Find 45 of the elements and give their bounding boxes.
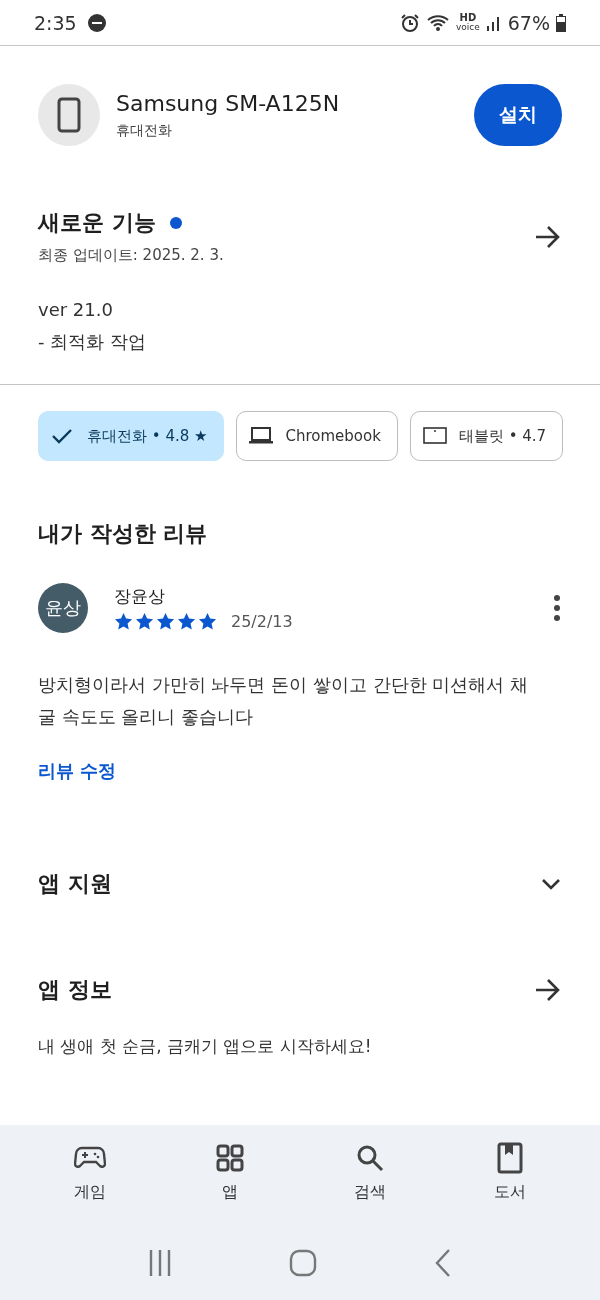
nav-tab[interactable]: 도서 xyxy=(460,1141,560,1209)
edit-review-link[interactable]: 리뷰 수정 xyxy=(38,760,117,781)
phone-icon xyxy=(57,97,81,133)
tablet-icon xyxy=(422,426,447,446)
release-note: - 최적화 작업 xyxy=(38,330,147,354)
section-title: 내가 작성한 리뷰 xyxy=(38,520,209,548)
wifi-icon xyxy=(425,12,450,33)
clock-time: 2:35 xyxy=(34,11,77,34)
nav-tab[interactable]: 앱 xyxy=(180,1141,280,1209)
grid-icon xyxy=(214,1142,246,1174)
update-date: 최종 업데이트: 2025. 2. 3. xyxy=(38,246,225,265)
nav-tab[interactable]: 게임 xyxy=(40,1141,140,1209)
section-title: 새로운 기능 xyxy=(38,209,156,237)
star-icon xyxy=(156,612,175,631)
device-name: Samsung SM-A125N xyxy=(116,90,341,116)
review-text: 방치형이라서 가만히 놔두면 돈이 쌓이고 간단한 미션해서 채굴 속도도 올리니 좋습니다 xyxy=(37,673,530,729)
battery-icon xyxy=(556,13,566,32)
star-icon xyxy=(135,612,154,631)
device-filter-chip[interactable]: Chromebook xyxy=(236,411,398,461)
back-icon[interactable] xyxy=(433,1247,452,1278)
hd-label: HD xyxy=(459,13,477,23)
app-description: 내 생애 첫 순금, 금캐기 앱으로 시작하세요! xyxy=(37,1035,373,1058)
nav-tab[interactable]: 검색 xyxy=(320,1141,420,1209)
recent-apps-icon[interactable] xyxy=(148,1247,173,1278)
voice-label: voice xyxy=(455,23,480,32)
more-options-icon[interactable] xyxy=(552,594,562,622)
battery-percent: 67% xyxy=(507,11,550,34)
section-title: 앱 지원 xyxy=(38,870,113,898)
reviewer-name: 장윤상 xyxy=(114,585,166,608)
section-title: 앱 정보 xyxy=(38,976,113,1004)
review-date: 25/2/13 xyxy=(231,612,293,631)
user-avatar: 윤상 xyxy=(38,583,88,633)
release-note: ver 21.0 xyxy=(38,299,114,320)
do-not-disturb-icon xyxy=(86,12,107,33)
device-filter-chip[interactable]: 태블릿 • 4.7 xyxy=(409,411,564,461)
star-icon xyxy=(177,612,196,631)
install-button[interactable]: 설치 xyxy=(474,84,562,146)
device-type: 휴대전화 xyxy=(116,121,173,140)
home-icon[interactable] xyxy=(289,1248,317,1277)
check-icon xyxy=(51,426,75,446)
star-icon xyxy=(114,612,133,631)
alarm-icon xyxy=(399,12,420,33)
laptop-icon xyxy=(249,426,274,446)
star-icon xyxy=(198,612,217,631)
device-filter-chip[interactable]: 휴대전화 • 4.8 ★ xyxy=(38,411,225,461)
